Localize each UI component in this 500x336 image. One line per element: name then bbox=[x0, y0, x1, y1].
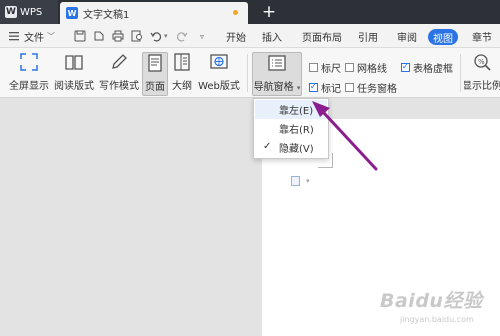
page-view-label: 页面 bbox=[145, 82, 165, 93]
nav-pane-dropdown-icon: ▾ bbox=[296, 84, 301, 92]
page-icon bbox=[148, 54, 162, 72]
writing-mode-button[interactable]: 写作模式 bbox=[99, 52, 139, 96]
menu-item-label: 靠左(E) bbox=[279, 106, 314, 117]
tab-references[interactable]: 引用 bbox=[358, 24, 378, 48]
page-view-button[interactable]: 页面 bbox=[142, 52, 168, 96]
baidu-watermark: Baidu经验 bbox=[380, 290, 483, 312]
reading-layout-button[interactable]: 阅读版式 bbox=[54, 52, 94, 96]
nav-pane-dropdown-menu: 靠左(E) 靠右(R) ✓ 隐藏(V) bbox=[253, 98, 329, 159]
ruler-checkbox[interactable]: 标尺 bbox=[309, 60, 341, 75]
tab-view[interactable]: 视图 bbox=[428, 29, 458, 45]
markup-label: 标记 bbox=[321, 84, 341, 95]
undo-dropdown-icon[interactable]: ▾ bbox=[164, 24, 168, 48]
tab-review[interactable]: 审阅 bbox=[397, 24, 417, 48]
menu-bar: 文件 ﹀ ▾ ▿ 开始 插入 页面布局 引用 审阅 视图 章节 bbox=[0, 24, 500, 48]
svg-text:%: % bbox=[478, 58, 485, 66]
wps-logo-icon: W bbox=[5, 6, 17, 18]
reading-layout-label: 阅读版式 bbox=[54, 81, 94, 92]
checkmark-icon: ✓ bbox=[309, 82, 318, 92]
redo-icon[interactable] bbox=[176, 30, 188, 42]
save-icon[interactable] bbox=[74, 30, 86, 42]
tab-insert[interactable]: 插入 bbox=[262, 24, 282, 48]
new-tab-button[interactable]: + bbox=[260, 1, 278, 23]
menu-item-dock-right[interactable]: 靠右(R) bbox=[255, 119, 327, 138]
undo-icon[interactable] bbox=[150, 30, 162, 42]
chevron-down-icon[interactable]: ▾ bbox=[306, 177, 310, 185]
nav-pane-label: 导航窗格 ▾ bbox=[253, 82, 301, 93]
print-icon[interactable] bbox=[112, 30, 124, 42]
print-preview-icon[interactable] bbox=[131, 30, 143, 42]
zoom-icon: % bbox=[474, 54, 491, 71]
web-layout-button[interactable]: Web版式 bbox=[198, 52, 240, 96]
pen-icon bbox=[112, 54, 127, 69]
hamburger-icon bbox=[9, 32, 19, 41]
fullscreen-icon bbox=[20, 53, 38, 71]
table-gridlines-checkbox[interactable]: ✓ 表格虚框 bbox=[401, 60, 453, 75]
tab-start[interactable]: 开始 bbox=[226, 24, 246, 48]
web-icon bbox=[210, 54, 228, 69]
unsaved-indicator bbox=[233, 10, 238, 15]
menu-item-label: 靠右(R) bbox=[279, 125, 314, 136]
export-icon[interactable] bbox=[93, 30, 105, 42]
file-menu[interactable]: 文件 ﹀ bbox=[9, 24, 55, 48]
tab-chapter[interactable]: 章节 bbox=[472, 24, 492, 48]
menu-item-hide[interactable]: ✓ 隐藏(V) bbox=[255, 138, 327, 157]
document-tab[interactable]: W 文字文稿1 bbox=[60, 2, 248, 24]
document-tab-title: 文字文稿1 bbox=[83, 9, 130, 21]
book-icon bbox=[65, 55, 83, 70]
ribbon-divider bbox=[460, 54, 461, 92]
table-gridlines-label: 表格虚框 bbox=[413, 64, 453, 75]
nav-pane-icon bbox=[268, 55, 286, 71]
checkbox-box bbox=[345, 83, 354, 92]
view-ribbon: 全屏显示 阅读版式 写作模式 页面 大纲 Web版式 导航窗格 ▾ 标尺 网格线… bbox=[0, 48, 500, 98]
gridlines-checkbox[interactable]: 网格线 bbox=[345, 60, 387, 75]
menu-item-label: 隐藏(V) bbox=[279, 144, 314, 155]
fullscreen-button[interactable]: 全屏显示 bbox=[9, 52, 49, 96]
task-pane-checkbox[interactable]: 任务窗格 bbox=[345, 80, 397, 95]
zoom-button[interactable]: % 显示比例 bbox=[464, 52, 500, 96]
chevron-down-icon: ﹀ bbox=[47, 31, 55, 41]
writer-doc-icon: W bbox=[66, 7, 78, 19]
zoom-label: 显示比例 bbox=[464, 81, 500, 92]
ribbon-divider bbox=[247, 54, 248, 92]
wps-home-tab[interactable]: W WPS bbox=[0, 0, 58, 24]
outline-label: 大纲 bbox=[172, 81, 192, 92]
gridlines-label: 网格线 bbox=[357, 64, 387, 75]
outline-icon bbox=[174, 53, 190, 71]
outline-button[interactable]: 大纲 bbox=[170, 52, 194, 96]
fullscreen-label: 全屏显示 bbox=[9, 81, 49, 92]
checkmark-icon: ✓ bbox=[401, 62, 410, 72]
watermark-url: jingyan.baidu.com bbox=[400, 315, 474, 324]
checkbox-box bbox=[309, 63, 318, 72]
ruler-label: 标尺 bbox=[321, 64, 341, 75]
menu-item-dock-left[interactable]: 靠左(E) bbox=[255, 100, 327, 119]
quick-access-customize-icon[interactable]: ▿ bbox=[200, 24, 204, 48]
nav-pane-button[interactable]: 导航窗格 ▾ bbox=[252, 52, 302, 96]
writing-mode-label: 写作模式 bbox=[99, 81, 139, 92]
tab-page-layout[interactable]: 页面布局 bbox=[302, 24, 342, 48]
file-menu-label: 文件 bbox=[24, 32, 44, 44]
title-bar: W WPS W 文字文稿1 + bbox=[0, 0, 500, 24]
markup-checkbox[interactable]: ✓ 标记 bbox=[309, 80, 341, 95]
wps-tab-label: WPS bbox=[20, 6, 43, 18]
web-layout-label: Web版式 bbox=[198, 81, 240, 92]
paragraph-layout-icon[interactable] bbox=[291, 176, 300, 186]
task-pane-label: 任务窗格 bbox=[357, 84, 397, 95]
checkbox-box bbox=[345, 63, 354, 72]
checkmark-icon: ✓ bbox=[263, 141, 272, 152]
